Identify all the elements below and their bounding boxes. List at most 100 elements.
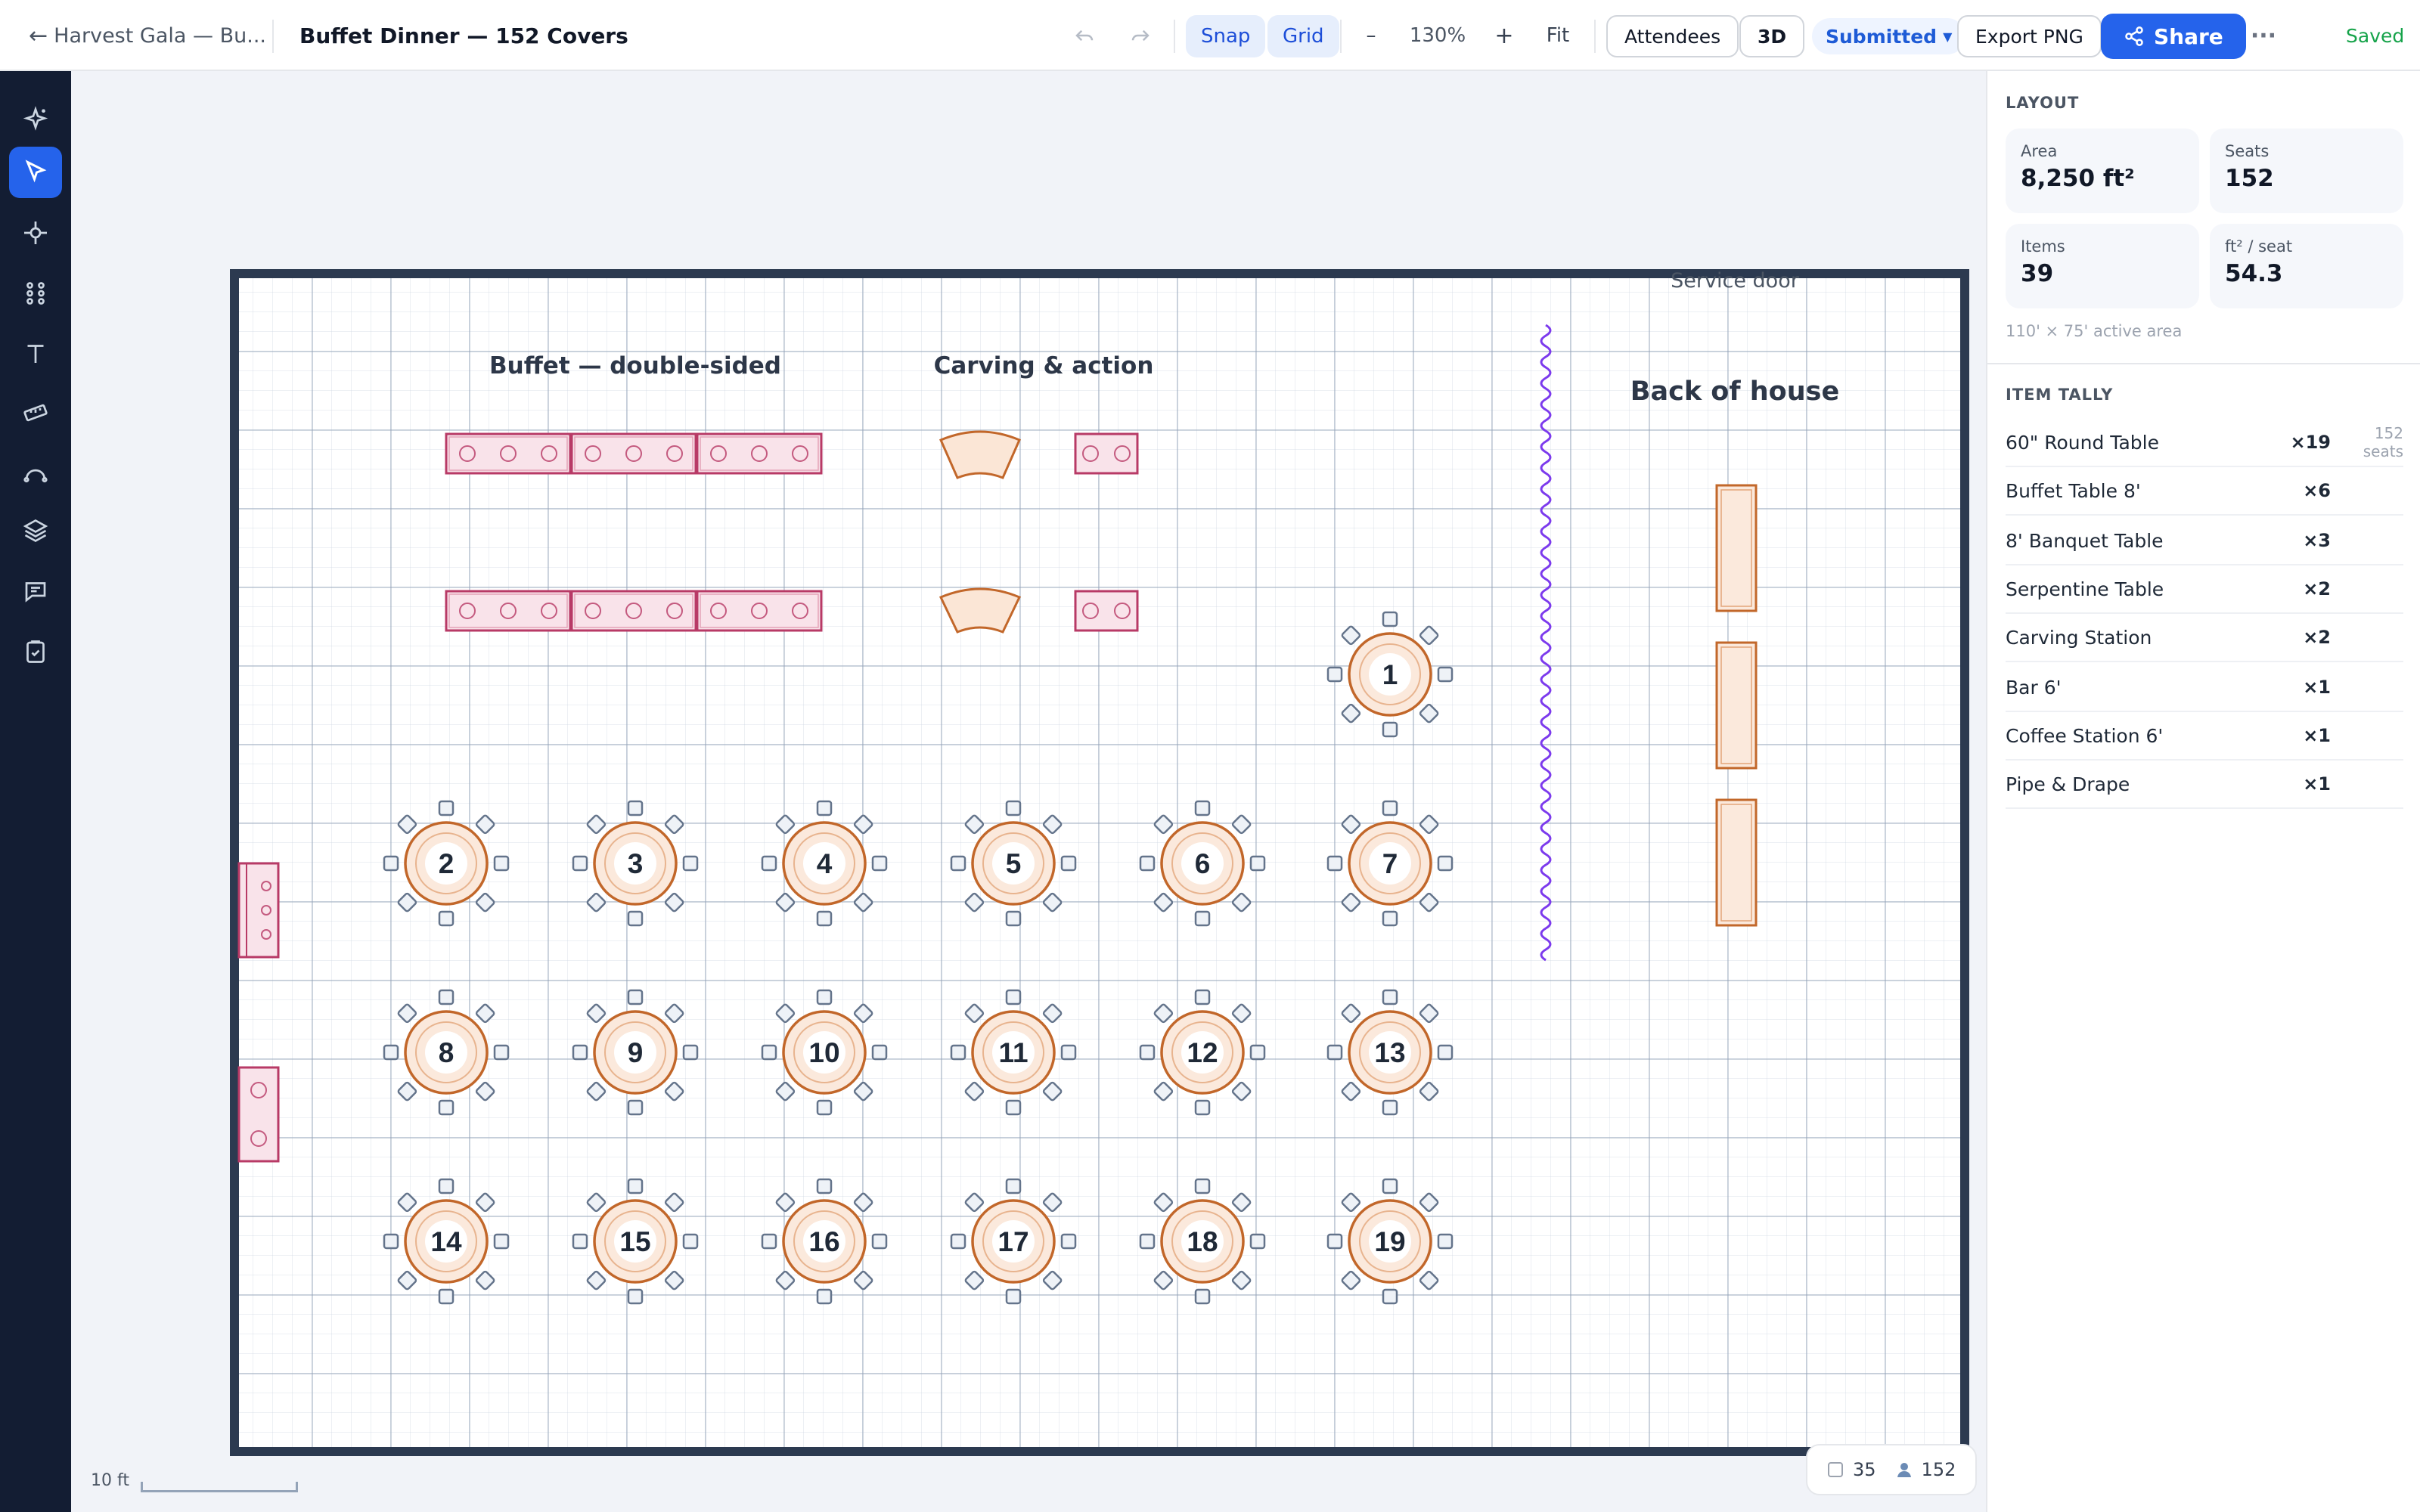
chair: [682, 855, 699, 872]
zone-label-buffet: Buffet — double-sided: [489, 352, 781, 380]
round-table-15[interactable]: 15: [572, 1178, 699, 1305]
stat-value: 39: [2021, 260, 2054, 287]
tally-row[interactable]: Serpentine Table ×2: [2006, 565, 2403, 614]
round-table-5[interactable]: 5: [950, 800, 1077, 927]
round-table-6[interactable]: 6: [1139, 800, 1266, 927]
redo-button[interactable]: [1122, 0, 1159, 71]
more-options-button[interactable]: ···: [2245, 0, 2282, 71]
share-button[interactable]: Share: [2101, 14, 2246, 59]
chair: [1437, 666, 1454, 683]
select-pointer-icon: [25, 160, 47, 183]
banquet-table-8ft[interactable]: [1715, 484, 1758, 612]
tally-row[interactable]: Pipe & Drape ×1: [2006, 761, 2403, 809]
chair: [1153, 1192, 1174, 1213]
elements-tool[interactable]: [9, 268, 62, 319]
round-table-18[interactable]: 18: [1139, 1178, 1266, 1305]
attendees-button[interactable]: Attendees: [1606, 15, 1739, 57]
round-table-4[interactable]: 4: [761, 800, 888, 927]
save-status: Saved: [2346, 24, 2405, 47]
chair: [761, 855, 777, 872]
checklist-tool[interactable]: [9, 626, 62, 677]
buffet-table[interactable]: [570, 432, 697, 475]
serpentine-table[interactable]: [1074, 590, 1139, 632]
zoom-level[interactable]: 130%: [1405, 0, 1470, 71]
chair: [1382, 1288, 1398, 1305]
snap-toggle[interactable]: Snap: [1186, 15, 1266, 57]
round-table-2[interactable]: 2: [383, 800, 510, 927]
chair: [1153, 814, 1174, 835]
round-table-8[interactable]: 8: [383, 989, 510, 1116]
zoom-in-button[interactable]: +: [1491, 0, 1517, 71]
round-table-14[interactable]: 14: [383, 1178, 510, 1305]
serpentine-table[interactable]: [1074, 432, 1139, 475]
chair: [493, 1233, 510, 1250]
round-table-11[interactable]: 11: [950, 989, 1077, 1116]
ai-assist-tool[interactable]: [9, 94, 62, 145]
chair: [1249, 855, 1266, 872]
pipe-and-drape[interactable]: [1540, 324, 1552, 962]
floorplan-canvas[interactable]: 1 2 3 4 5 6 7 8 9 10 11 12 13 14 15 16 17 18 19 Buffet — d…: [71, 71, 1986, 1512]
buffet-table[interactable]: [445, 590, 572, 632]
chair: [397, 892, 417, 912]
tally-row[interactable]: Bar 6' ×1: [2006, 664, 2403, 712]
layers-tool[interactable]: [9, 505, 62, 556]
node-tool[interactable]: [9, 207, 62, 259]
back-to-project-link[interactable]: ← Harvest Gala — Bu...: [29, 0, 266, 71]
bar-6ft[interactable]: [237, 862, 280, 959]
text-tool[interactable]: [9, 328, 62, 380]
round-table-9[interactable]: 9: [572, 989, 699, 1116]
chair: [1437, 855, 1454, 872]
round-table-7[interactable]: 7: [1326, 800, 1454, 927]
chair: [438, 800, 455, 816]
round-table-10[interactable]: 10: [761, 989, 888, 1116]
round-table-17[interactable]: 17: [950, 1178, 1077, 1305]
chair: [1005, 989, 1022, 1005]
chair: [1231, 1081, 1252, 1101]
chair: [816, 1178, 833, 1194]
round-table-12[interactable]: 12: [1139, 989, 1266, 1116]
export-png-button[interactable]: Export PNG: [1957, 15, 2102, 57]
chair: [1194, 910, 1211, 927]
comments-tool[interactable]: [9, 565, 62, 617]
round-table-13[interactable]: 13: [1326, 989, 1454, 1116]
coffee-station[interactable]: [237, 1066, 280, 1163]
status-dropdown[interactable]: Submitted ▼: [1812, 18, 1966, 54]
tally-row[interactable]: 8' Banquet Table ×3: [2006, 517, 2403, 565]
table-number: 6: [1195, 848, 1211, 879]
fit-to-screen-button[interactable]: Fit: [1543, 0, 1573, 71]
select-tool[interactable]: [9, 147, 62, 198]
carving-station[interactable]: [939, 587, 1022, 634]
grid-toggle[interactable]: Grid: [1267, 15, 1339, 57]
tally-row[interactable]: Carving Station ×2: [2006, 614, 2403, 662]
chair: [438, 1099, 455, 1116]
carving-station[interactable]: [939, 430, 1021, 479]
sqft-per-seat-stat-card: ft² / seat 54.3: [2210, 224, 2403, 308]
buffet-table[interactable]: [696, 432, 823, 475]
chair: [1042, 1192, 1063, 1213]
stat-label: Seats: [2225, 142, 2270, 160]
undo-button[interactable]: [1066, 0, 1103, 71]
banquet-table-8ft[interactable]: [1715, 641, 1758, 770]
view-3d-button[interactable]: 3D: [1739, 15, 1805, 57]
round-table-3[interactable]: 3: [572, 800, 699, 927]
tally-row[interactable]: 60" Round Table ×19 152 seats: [2006, 419, 2403, 467]
tally-item-count: ×3: [2303, 530, 2331, 551]
round-table-16[interactable]: 16: [761, 1178, 888, 1305]
document-title[interactable]: Buffet Dinner — 152 Covers: [299, 0, 628, 71]
area-stat-card: Area 8,250 ft²: [2006, 129, 2199, 213]
table-number: 12: [1187, 1037, 1218, 1068]
chair: [964, 1081, 985, 1101]
zoom-out-button[interactable]: –: [1358, 0, 1384, 71]
chair: [1341, 1003, 1361, 1024]
curve-tool[interactable]: [9, 446, 62, 497]
layout-section-title: LAYOUT: [2006, 94, 2080, 112]
buffet-table[interactable]: [445, 432, 572, 475]
tally-row[interactable]: Buffet Table 8' ×6: [2006, 467, 2403, 516]
measure-tool[interactable]: [9, 387, 62, 438]
tally-row[interactable]: Coffee Station 6' ×1: [2006, 712, 2403, 761]
round-table-1[interactable]: 1: [1326, 611, 1454, 738]
buffet-table[interactable]: [696, 590, 823, 632]
round-table-19[interactable]: 19: [1326, 1178, 1454, 1305]
buffet-table[interactable]: [570, 590, 697, 632]
banquet-table-8ft[interactable]: [1715, 798, 1758, 927]
